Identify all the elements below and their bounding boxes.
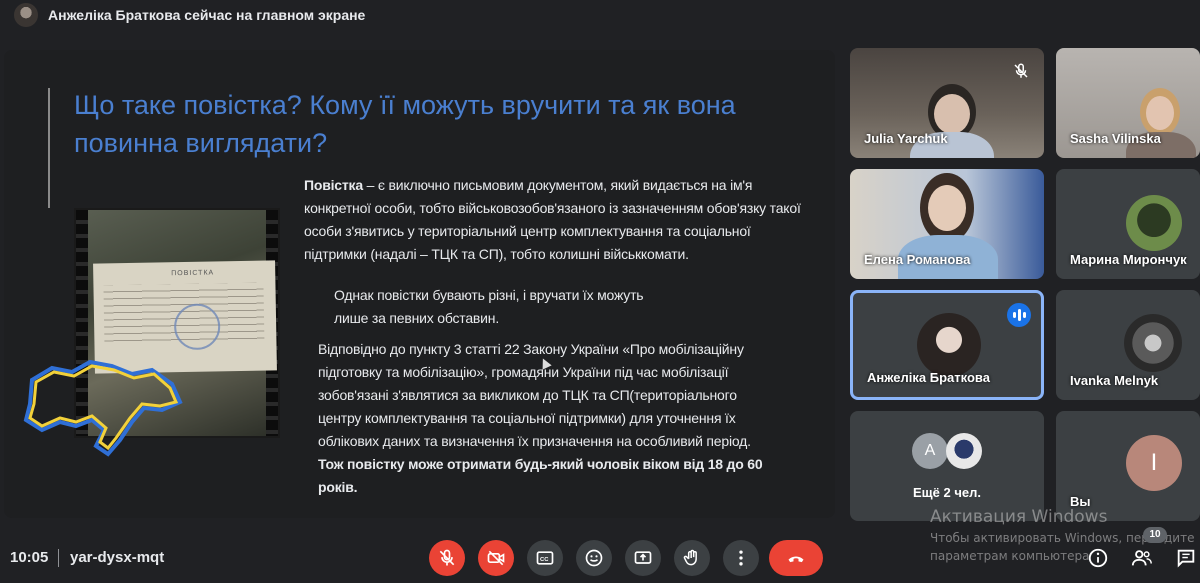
slide-paragraph-definition: Повістка – є виключно письмовим документ… [304, 174, 804, 266]
participant-name: Ivanka Melnyk [1070, 373, 1159, 388]
more-vert-icon [739, 550, 743, 566]
chat-icon [1177, 549, 1195, 568]
more-options-button[interactable] [723, 540, 759, 576]
captions-button[interactable]: CC [527, 540, 563, 576]
overflow-participants-label: Ещё 2 чел. [913, 485, 981, 500]
divider [58, 549, 59, 567]
participant-tile[interactable]: Марина Мирончук [1056, 169, 1200, 279]
reactions-button[interactable] [576, 540, 612, 576]
people-icon [1131, 550, 1152, 566]
participant-tile[interactable]: Ivanka Melnyk [1056, 290, 1200, 400]
slide-accent-line [48, 88, 50, 208]
shared-screen: Що таке повістка? Кому її можуть вручити… [4, 50, 835, 518]
presenter-banner: Анжеліка Браткова сейчас на главном экра… [0, 0, 1200, 30]
participant-avatar-letter: A [912, 433, 948, 469]
participant-name: Анжеліка Браткова [867, 370, 990, 385]
present-now-button[interactable] [625, 540, 661, 576]
info-icon [1088, 548, 1108, 568]
people-button[interactable] [1131, 547, 1153, 569]
self-avatar: I [1126, 435, 1182, 491]
captions-icon: CC [536, 551, 554, 565]
participant-tile[interactable]: Sasha Vilinska [1056, 48, 1200, 158]
camera-toggle-button[interactable] [478, 540, 514, 576]
self-tile[interactable]: I Вы [1056, 411, 1200, 521]
meeting-clock: 10:05 [10, 549, 49, 566]
ukraine-map-outline [23, 359, 183, 457]
participant-tile-active-speaker[interactable]: Анжеліка Браткова [850, 290, 1044, 400]
law-conclusion: Тож повістку може отримати будь-який чол… [318, 456, 763, 495]
leave-call-button[interactable] [769, 540, 823, 576]
participant-tile-overflow[interactable]: A Ещё 2 чел. [850, 411, 1044, 521]
mic-toggle-button[interactable] [429, 540, 465, 576]
mic-off-icon [1014, 63, 1028, 78]
raise-hand-button[interactable] [674, 540, 710, 576]
phone-hangup-icon [788, 556, 804, 563]
svg-text:CC: CC [540, 557, 549, 563]
speaking-indicator-icon [1007, 303, 1031, 327]
present-screen-icon [634, 551, 652, 564]
law-text: Відповідно до пункту 3 статті 22 Закону … [318, 341, 751, 449]
slide-paragraph-note: Однак повістки бувають різні, і вручати … [334, 287, 644, 326]
slide-title: Що таке повістка? Кому її можуть вручити… [74, 90, 736, 158]
people-count-badge: 10 [1143, 527, 1167, 543]
participant-name: Марина Мирончук [1070, 252, 1187, 267]
windows-activation-title: Активация Windows [930, 507, 1108, 527]
camera-off-icon [487, 550, 505, 566]
participant-name: Елена Романова [864, 252, 971, 267]
meeting-controls-bar: 10:05 yar-dysx-mqt CC [0, 533, 1200, 583]
presenter-avatar [14, 3, 38, 27]
meeting-code: yar-dysx-mqt [70, 549, 165, 566]
hand-icon [683, 549, 697, 566]
photo-doc-title: ПОВІСТКА [171, 269, 215, 278]
definition-text: – є виключно письмовим документом, який … [304, 177, 801, 262]
participant-name: Sasha Vilinska [1070, 131, 1161, 146]
participant-tile[interactable]: Елена Романова [850, 169, 1044, 279]
meeting-info-button[interactable] [1087, 547, 1109, 569]
participant-tile[interactable]: Julia Yarchuk [850, 48, 1044, 158]
definition-term: Повістка [304, 177, 363, 193]
chat-button[interactable] [1175, 547, 1197, 569]
smiley-icon [585, 549, 603, 567]
participant-name: Julia Yarchuk [864, 131, 948, 146]
mic-off-icon [439, 549, 455, 566]
presenter-banner-text: Анжеліка Браткова сейчас на главном экра… [48, 7, 366, 23]
